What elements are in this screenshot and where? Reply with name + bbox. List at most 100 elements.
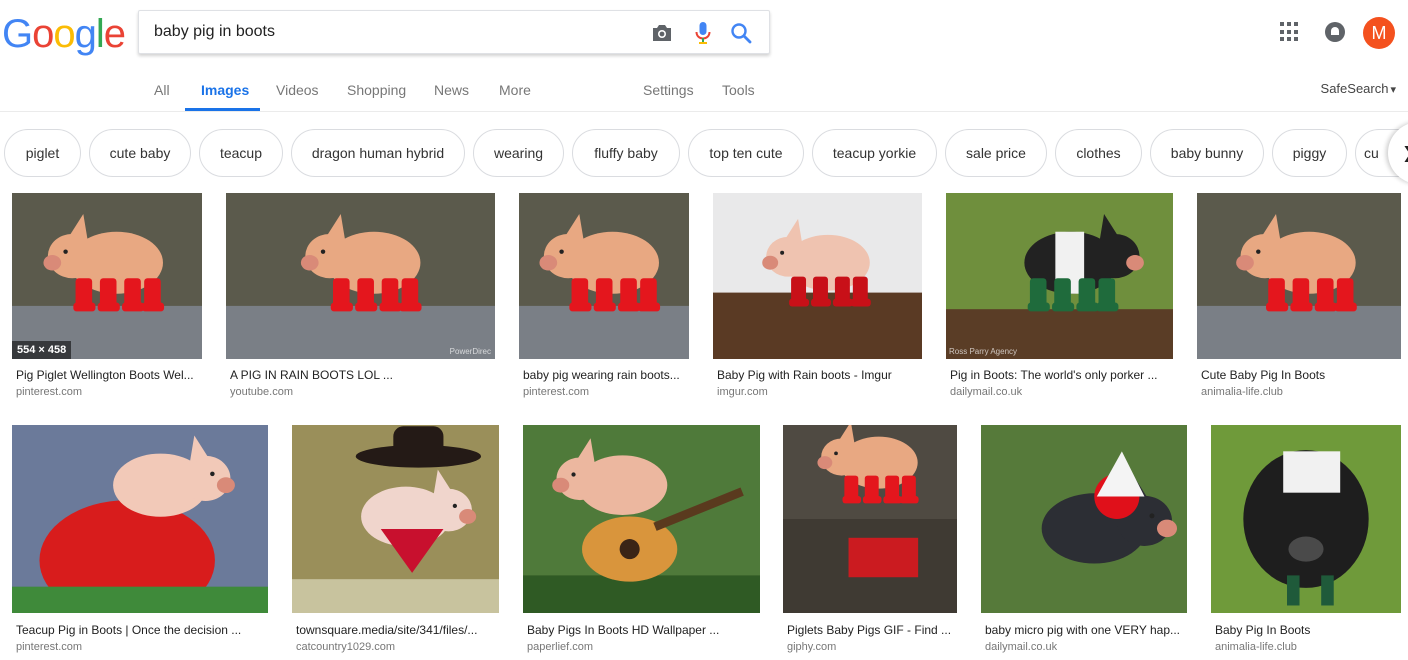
google-logo[interactable]: Google: [2, 12, 126, 57]
result-domain[interactable]: pinterest.com: [16, 386, 82, 398]
result-thumbnail[interactable]: [783, 425, 957, 613]
chip-piggy[interactable]: piggy: [1272, 129, 1347, 177]
result-domain[interactable]: dailymail.co.uk: [985, 641, 1057, 653]
tab-tools[interactable]: Tools: [722, 82, 755, 98]
result-title[interactable]: Baby Pig with Rain boots - Imgur: [717, 368, 922, 382]
image-result[interactable]: Baby Pigs In Boots HD Wallpaper ... pape…: [523, 425, 763, 657]
chip-clothes[interactable]: clothes: [1055, 129, 1142, 177]
result-title[interactable]: baby pig wearing rain boots...: [523, 368, 689, 382]
result-thumbnail[interactable]: 554 × 458: [12, 193, 202, 359]
search-tabs: All Images Videos Shopping News More Set…: [0, 70, 1408, 112]
result-thumbnail[interactable]: PowerDirec: [226, 193, 495, 359]
watermark: Ross Parry Agency: [949, 347, 1018, 356]
result-thumbnail[interactable]: [713, 193, 922, 359]
tab-settings[interactable]: Settings: [643, 82, 694, 98]
result-domain[interactable]: youtube.com: [230, 386, 293, 398]
result-domain[interactable]: catcountry1029.com: [296, 641, 395, 653]
result-title[interactable]: Piglets Baby Pigs GIF - Find ...: [787, 623, 957, 637]
result-thumbnail[interactable]: Ross Parry Agency: [946, 193, 1173, 359]
result-thumbnail[interactable]: [292, 425, 499, 613]
pig-image: [523, 425, 760, 613]
chip-piglet[interactable]: piglet: [4, 129, 81, 177]
image-result[interactable]: Piglets Baby Pigs GIF - Find ... giphy.c…: [783, 425, 959, 657]
camera-icon[interactable]: [650, 21, 674, 45]
chip-teacup[interactable]: teacup: [199, 129, 283, 177]
divider: [0, 111, 1408, 112]
pig-image: [713, 193, 922, 359]
image-result[interactable]: Teacup Pig in Boots | Once the decision …: [12, 425, 270, 657]
result-domain[interactable]: animalia-life.club: [1215, 641, 1297, 653]
tab-videos[interactable]: Videos: [276, 82, 319, 98]
pig-image: [783, 425, 957, 613]
result-thumbnail[interactable]: [1197, 193, 1401, 359]
image-result[interactable]: baby micro pig with one VERY hap... dail…: [981, 425, 1189, 657]
search-icon[interactable]: [729, 21, 753, 45]
result-domain[interactable]: giphy.com: [787, 641, 836, 653]
image-result[interactable]: townsquare.media/site/341/files/... catc…: [292, 425, 502, 657]
result-title[interactable]: townsquare.media/site/341/files/...: [296, 623, 499, 637]
chip-dragon-human-hybrid[interactable]: dragon human hybrid: [291, 129, 465, 177]
result-thumbnail[interactable]: [1211, 425, 1401, 613]
result-thumbnail[interactable]: [12, 425, 268, 613]
logo-letter: g: [74, 12, 97, 56]
result-title[interactable]: A PIG IN RAIN BOOTS LOL ...: [230, 368, 490, 382]
tab-more[interactable]: More: [499, 82, 531, 98]
chip-wearing[interactable]: wearing: [473, 129, 564, 177]
chip-sale-price[interactable]: sale price: [945, 129, 1047, 177]
chip-teacup-yorkie[interactable]: teacup yorkie: [812, 129, 937, 177]
image-result[interactable]: baby pig wearing rain boots... pinterest…: [519, 193, 691, 403]
logo-letter: e: [103, 12, 126, 56]
result-title[interactable]: Pig in Boots: The world's only porker ..…: [950, 368, 1172, 382]
pig-image: [981, 425, 1187, 613]
result-title[interactable]: Cute Baby Pig In Boots: [1201, 368, 1401, 382]
image-result[interactable]: PowerDirec A PIG IN RAIN BOOTS LOL ... y…: [226, 193, 498, 403]
tab-all[interactable]: All: [154, 82, 170, 98]
chip-cute-baby[interactable]: cute baby: [89, 129, 191, 177]
notifications-icon[interactable]: [1325, 22, 1345, 42]
pig-image: [12, 425, 268, 613]
tab-news[interactable]: News: [434, 82, 469, 98]
safesearch-dropdown[interactable]: SafeSearch: [1321, 81, 1396, 96]
pig-image: [1211, 425, 1401, 613]
result-domain[interactable]: pinterest.com: [523, 386, 589, 398]
search-input[interactable]: [139, 11, 629, 53]
image-result[interactable]: Baby Pig In Boots animalia-life.club: [1211, 425, 1405, 657]
image-result[interactable]: Ross Parry Agency Pig in Boots: The worl…: [946, 193, 1176, 403]
tab-shopping[interactable]: Shopping: [347, 82, 406, 98]
pig-image: [519, 193, 689, 359]
pig-image: [1197, 193, 1401, 359]
chip-top-ten-cute[interactable]: top ten cute: [688, 129, 804, 177]
tab-images[interactable]: Images: [201, 82, 249, 98]
result-domain[interactable]: pinterest.com: [16, 641, 82, 653]
result-title[interactable]: Baby Pigs In Boots HD Wallpaper ...: [527, 623, 759, 637]
result-domain[interactable]: imgur.com: [717, 386, 768, 398]
search-box: [138, 10, 770, 54]
result-thumbnail[interactable]: [523, 425, 760, 613]
result-domain[interactable]: animalia-life.club: [1201, 386, 1283, 398]
apps-grid-icon[interactable]: [1280, 22, 1300, 42]
related-search-chips: piglet cute baby teacup dragon human hyb…: [0, 129, 1408, 177]
avatar[interactable]: M: [1363, 17, 1395, 49]
result-thumbnail[interactable]: [981, 425, 1187, 613]
logo-letter: G: [2, 12, 33, 56]
pig-image: [226, 193, 495, 359]
result-title[interactable]: Baby Pig In Boots: [1215, 623, 1401, 637]
chip-baby-bunny[interactable]: baby bunny: [1150, 129, 1264, 177]
result-thumbnail[interactable]: [519, 193, 689, 359]
image-result[interactable]: Cute Baby Pig In Boots animalia-life.clu…: [1197, 193, 1402, 403]
image-dimensions: 554 × 458: [12, 341, 72, 359]
image-result[interactable]: Baby Pig with Rain boots - Imgur imgur.c…: [713, 193, 925, 403]
logo-letter: o: [32, 12, 54, 56]
result-title[interactable]: Pig Piglet Wellington Boots Wel...: [16, 368, 206, 382]
result-domain[interactable]: dailymail.co.uk: [950, 386, 1022, 398]
watermark: PowerDirec: [449, 347, 491, 356]
pig-image: [12, 193, 202, 359]
chip-fluffy-baby[interactable]: fluffy baby: [572, 129, 680, 177]
chevron-right-icon: ❯: [1402, 143, 1408, 163]
result-title[interactable]: baby micro pig with one VERY hap...: [985, 623, 1187, 637]
result-title[interactable]: Teacup Pig in Boots | Once the decision …: [16, 623, 266, 637]
image-result[interactable]: 554 × 458 Pig Piglet Wellington Boots We…: [12, 193, 212, 403]
microphone-icon[interactable]: [691, 21, 715, 45]
logo-letter: l: [95, 12, 105, 56]
result-domain[interactable]: paperlief.com: [527, 641, 593, 653]
